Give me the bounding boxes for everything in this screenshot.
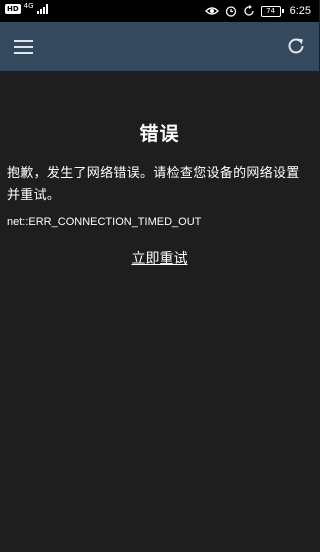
battery-level: 74 — [260, 5, 281, 17]
error-page: 错误 抱歉，发生了网络错误。请检查您设备的网络设置并重试。 net::ERR_C… — [0, 71, 319, 552]
eye-icon — [204, 7, 219, 15]
sync-icon — [243, 5, 254, 16]
hd-icon: HD — [5, 4, 21, 14]
status-bar-left: HD 4G — [5, 2, 48, 14]
retry-now-link[interactable]: 立即重试 — [0, 248, 319, 268]
refresh-icon[interactable] — [285, 35, 307, 57]
error-title: 错误 — [139, 123, 180, 145]
app-bar — [0, 22, 319, 71]
hamburger-menu-icon[interactable] — [14, 37, 34, 57]
battery-icon: 74 — [260, 5, 284, 17]
signal-icon — [36, 4, 48, 14]
status-time: 6:25 — [289, 5, 311, 17]
error-message: 抱歉，发生了网络错误。请检查您设备的网络设置并重试。 — [7, 166, 300, 203]
alarm-icon — [225, 6, 236, 17]
network-type-label: 4G — [23, 2, 34, 10]
status-bar-right: 74 6:25 — [204, 3, 311, 19]
error-code: net::ERR_CONNECTION_TIMED_OUT — [7, 216, 202, 228]
status-bar: HD 4G 74 6:25 — [0, 0, 319, 22]
